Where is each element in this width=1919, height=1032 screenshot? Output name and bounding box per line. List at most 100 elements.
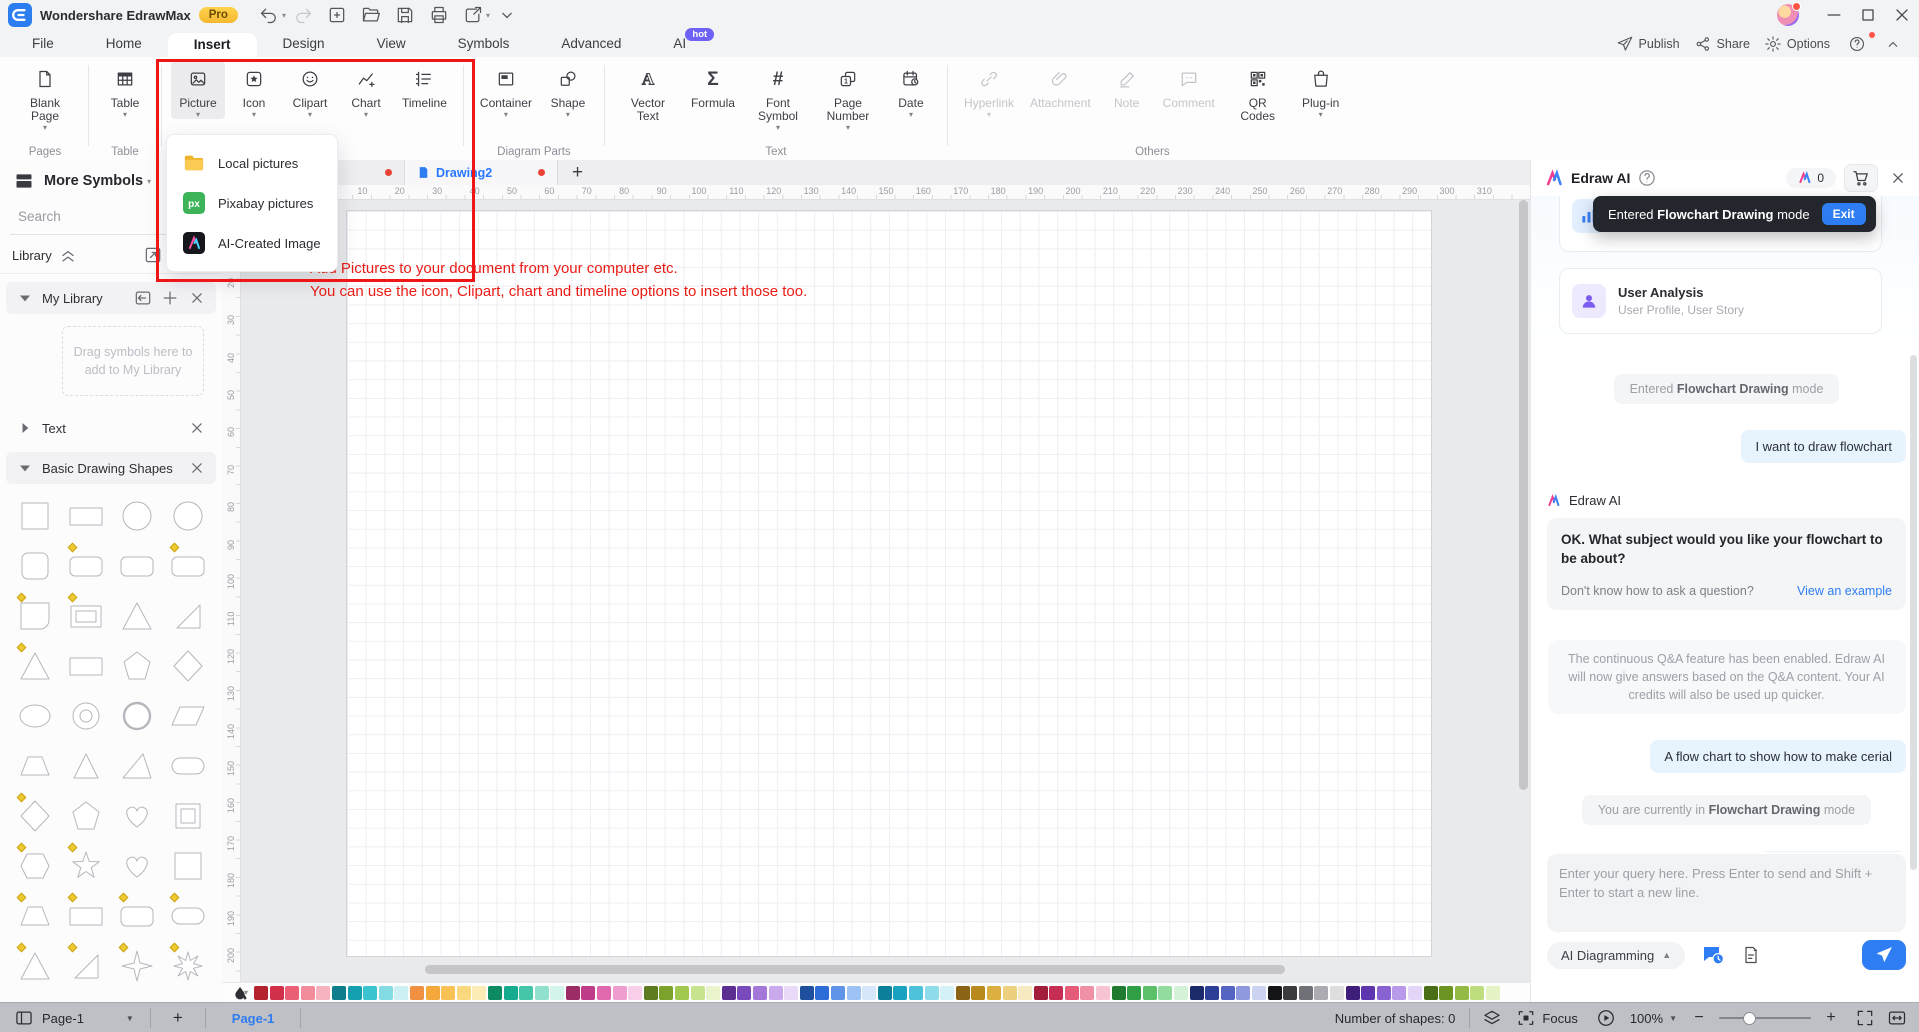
print-icon[interactable]	[427, 3, 451, 27]
shape-rsquare[interactable]	[12, 544, 57, 588]
shape-heart[interactable]	[114, 794, 159, 838]
shape-rect[interactable]	[63, 644, 108, 688]
color-swatch[interactable]	[425, 985, 440, 1000]
shape-double-rect[interactable]	[63, 592, 108, 638]
page-number-button[interactable]: 1 Page Number ▾	[814, 61, 882, 132]
shape-rect[interactable]	[63, 892, 108, 938]
color-swatch[interactable]	[1298, 985, 1313, 1000]
shape-star5[interactable]	[63, 842, 108, 888]
menu-item-pixabay-pictures[interactable]: px Pixabay pictures	[167, 183, 337, 223]
send-button[interactable]	[1862, 940, 1906, 970]
color-swatch[interactable]	[1345, 985, 1360, 1000]
shape-diamond[interactable]	[165, 644, 210, 688]
close-button[interactable]	[1885, 0, 1919, 30]
color-swatch[interactable]	[581, 985, 596, 1000]
color-swatch[interactable]	[737, 985, 752, 1000]
page-panel-icon[interactable]	[12, 1006, 36, 1030]
ai-help-icon[interactable]	[1637, 168, 1657, 188]
color-swatch[interactable]	[565, 985, 580, 1000]
shape-rrect[interactable]	[114, 892, 159, 938]
table-button[interactable]: Table ▾	[98, 61, 152, 119]
shape-rrect[interactable]	[114, 544, 159, 588]
page-tab[interactable]: Page-1	[216, 1011, 291, 1026]
color-swatch[interactable]	[675, 985, 690, 1000]
shape-ellipse[interactable]	[12, 694, 57, 738]
color-swatch[interactable]	[1033, 985, 1048, 1000]
menu-tab-file[interactable]: File	[6, 32, 80, 55]
shape-trapezoid[interactable]	[12, 744, 57, 788]
color-swatch[interactable]	[940, 985, 955, 1000]
menu-tab-ai[interactable]: AI hot	[647, 28, 715, 55]
add-icon[interactable]	[160, 288, 180, 308]
color-swatch[interactable]	[846, 985, 861, 1000]
color-swatch[interactable]	[1252, 985, 1267, 1000]
shape-square[interactable]	[165, 844, 210, 888]
horizontal-scrollbar[interactable]	[240, 965, 1516, 974]
timeline-button[interactable]: Timeline	[395, 61, 454, 119]
color-swatch[interactable]	[300, 985, 315, 1000]
color-swatch[interactable]	[409, 985, 424, 1000]
color-swatch[interactable]	[893, 985, 908, 1000]
date-button[interactable]: Date ▾	[884, 61, 938, 132]
shape-circle[interactable]	[165, 494, 210, 538]
shape-triangle[interactable]	[12, 642, 57, 688]
focus-icon[interactable]	[1514, 1006, 1538, 1030]
color-swatch[interactable]	[1096, 985, 1111, 1000]
collapse-toolbar-icon[interactable]	[495, 3, 519, 27]
color-swatch[interactable]	[1018, 985, 1033, 1000]
publish-button[interactable]: Publish	[1609, 33, 1687, 55]
fit-width-icon[interactable]	[1885, 1006, 1909, 1030]
color-swatch[interactable]	[908, 985, 923, 1000]
color-swatch[interactable]	[1423, 985, 1438, 1000]
focus-label[interactable]: Focus	[1542, 1011, 1577, 1026]
container-button[interactable]: Container ▾	[473, 61, 539, 119]
color-swatch[interactable]	[971, 985, 986, 1000]
color-swatch[interactable]	[487, 985, 502, 1000]
color-swatch[interactable]	[394, 985, 409, 1000]
color-swatch[interactable]	[1127, 985, 1142, 1000]
color-swatch[interactable]	[254, 985, 269, 1000]
picture-button[interactable]: Picture ▾	[171, 61, 225, 119]
color-swatch[interactable]	[456, 985, 471, 1000]
shape-scalene[interactable]	[114, 744, 159, 788]
color-swatch[interactable]	[986, 985, 1001, 1000]
color-swatch[interactable]	[378, 985, 393, 1000]
shape-capsule[interactable]	[165, 892, 210, 938]
zoom-level[interactable]: 100%	[1630, 1011, 1663, 1026]
shape-circle[interactable]	[114, 494, 159, 538]
shape-pentagon[interactable]	[63, 794, 108, 838]
export-icon[interactable]	[461, 3, 485, 27]
open-file-icon[interactable]	[359, 3, 383, 27]
collapse-all-icon[interactable]	[58, 245, 78, 265]
color-swatch[interactable]	[753, 985, 768, 1000]
shape-square[interactable]	[12, 494, 57, 538]
color-swatch[interactable]	[1361, 985, 1376, 1000]
shape-rtriangle[interactable]	[165, 594, 210, 638]
menu-item-local-pictures[interactable]: Local pictures	[167, 143, 337, 183]
new-file-icon[interactable]	[325, 3, 349, 27]
color-swatch[interactable]	[768, 985, 783, 1000]
color-swatch[interactable]	[1376, 985, 1391, 1000]
color-swatch[interactable]	[815, 985, 830, 1000]
shape-pentagon[interactable]	[114, 644, 159, 688]
color-swatch[interactable]	[1392, 985, 1407, 1000]
menu-item-ai-created-image[interactable]: AI-Created Image	[167, 223, 337, 263]
minimize-button[interactable]	[1817, 0, 1851, 30]
shape-rrect[interactable]	[63, 542, 108, 588]
save-icon[interactable]	[393, 3, 417, 27]
maximize-button[interactable]	[1851, 0, 1885, 30]
page-selector[interactable]: Page-1 ▼	[36, 1011, 140, 1026]
clipart-button[interactable]: Clipart ▾	[283, 61, 337, 119]
shape-rect[interactable]	[63, 494, 108, 538]
shape-parallelogram[interactable]	[165, 694, 210, 738]
color-swatch[interactable]	[316, 985, 331, 1000]
shape-donut[interactable]	[63, 694, 108, 738]
color-swatch[interactable]	[659, 985, 674, 1000]
color-swatch[interactable]	[597, 985, 612, 1000]
close-icon[interactable]	[187, 288, 207, 308]
shape-capsule[interactable]	[165, 744, 210, 788]
menu-tab-advanced[interactable]: Advanced	[535, 32, 647, 55]
color-swatch[interactable]	[534, 985, 549, 1000]
fullscreen-icon[interactable]	[1853, 1006, 1877, 1030]
qr-codes-button[interactable]: QR Codes	[1224, 61, 1292, 132]
